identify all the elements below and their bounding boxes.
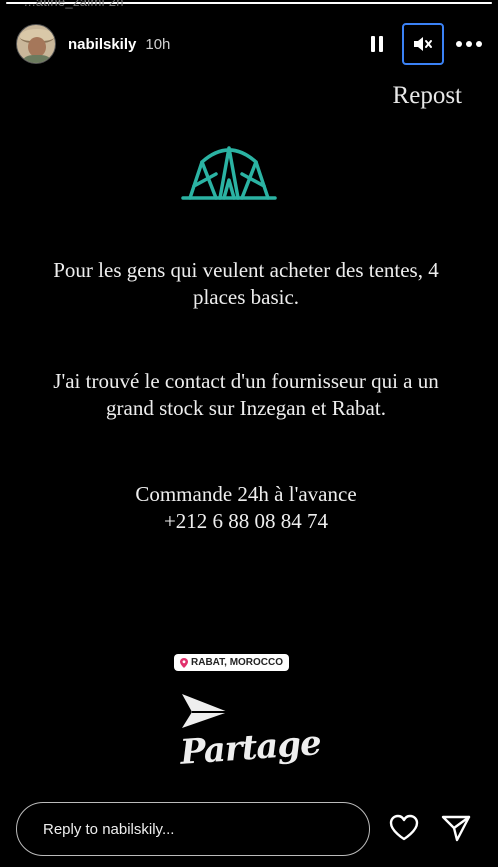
story-controls — [366, 23, 482, 65]
repost-label: Repost — [392, 82, 462, 109]
paragraph-line: Pour les gens qui veulent acheter des te… — [53, 258, 439, 282]
more-icon[interactable] — [456, 41, 482, 47]
avatar[interactable] — [16, 24, 56, 64]
location-label: RABAT, MOROCCO — [191, 657, 284, 668]
username[interactable]: nabilskily — [68, 36, 136, 53]
story-content[interactable]: Repost Pour les gens qui veulent acheter… — [0, 70, 498, 790]
story-header: nabilskily 10h — [16, 22, 482, 66]
previous-story-label: ...atine_zaimi 2h — [24, 0, 124, 9]
post-time: 10h — [145, 35, 171, 53]
partage-logo: Partage — [178, 690, 322, 782]
phone-number: +212 6 88 08 84 74 — [163, 509, 329, 533]
paragraph-line: places basic. — [192, 285, 300, 309]
pause-icon[interactable] — [366, 33, 388, 55]
mute-icon[interactable] — [402, 23, 444, 65]
paragraph-tents: Pour les gens qui veulent acheter des te… — [0, 257, 498, 311]
send-icon[interactable] — [440, 812, 472, 844]
paragraph-line: grand stock sur Inzegan et Rabat. — [106, 396, 386, 420]
paragraph-line: Commande 24h à l'avance — [135, 482, 357, 506]
reply-placeholder: Reply to nabilskily... — [43, 820, 175, 838]
paper-plane-logo-icon — [182, 694, 228, 728]
location-sticker[interactable]: RABAT, MOROCCO — [174, 654, 290, 671]
reply-input[interactable]: Reply to nabilskily... — [16, 802, 370, 856]
location-pin-icon — [180, 657, 188, 668]
heart-icon[interactable] — [388, 812, 420, 844]
paragraph-line: J'ai trouvé le contact d'un fournisseur … — [53, 369, 439, 393]
paragraph-order: Commande 24h à l'avance +212 6 88 08 84 … — [0, 481, 498, 535]
paragraph-supplier: J'ai trouvé le contact d'un fournisseur … — [0, 368, 498, 422]
tent-icon — [181, 146, 277, 200]
partage-logo-text: Partage — [178, 723, 322, 773]
